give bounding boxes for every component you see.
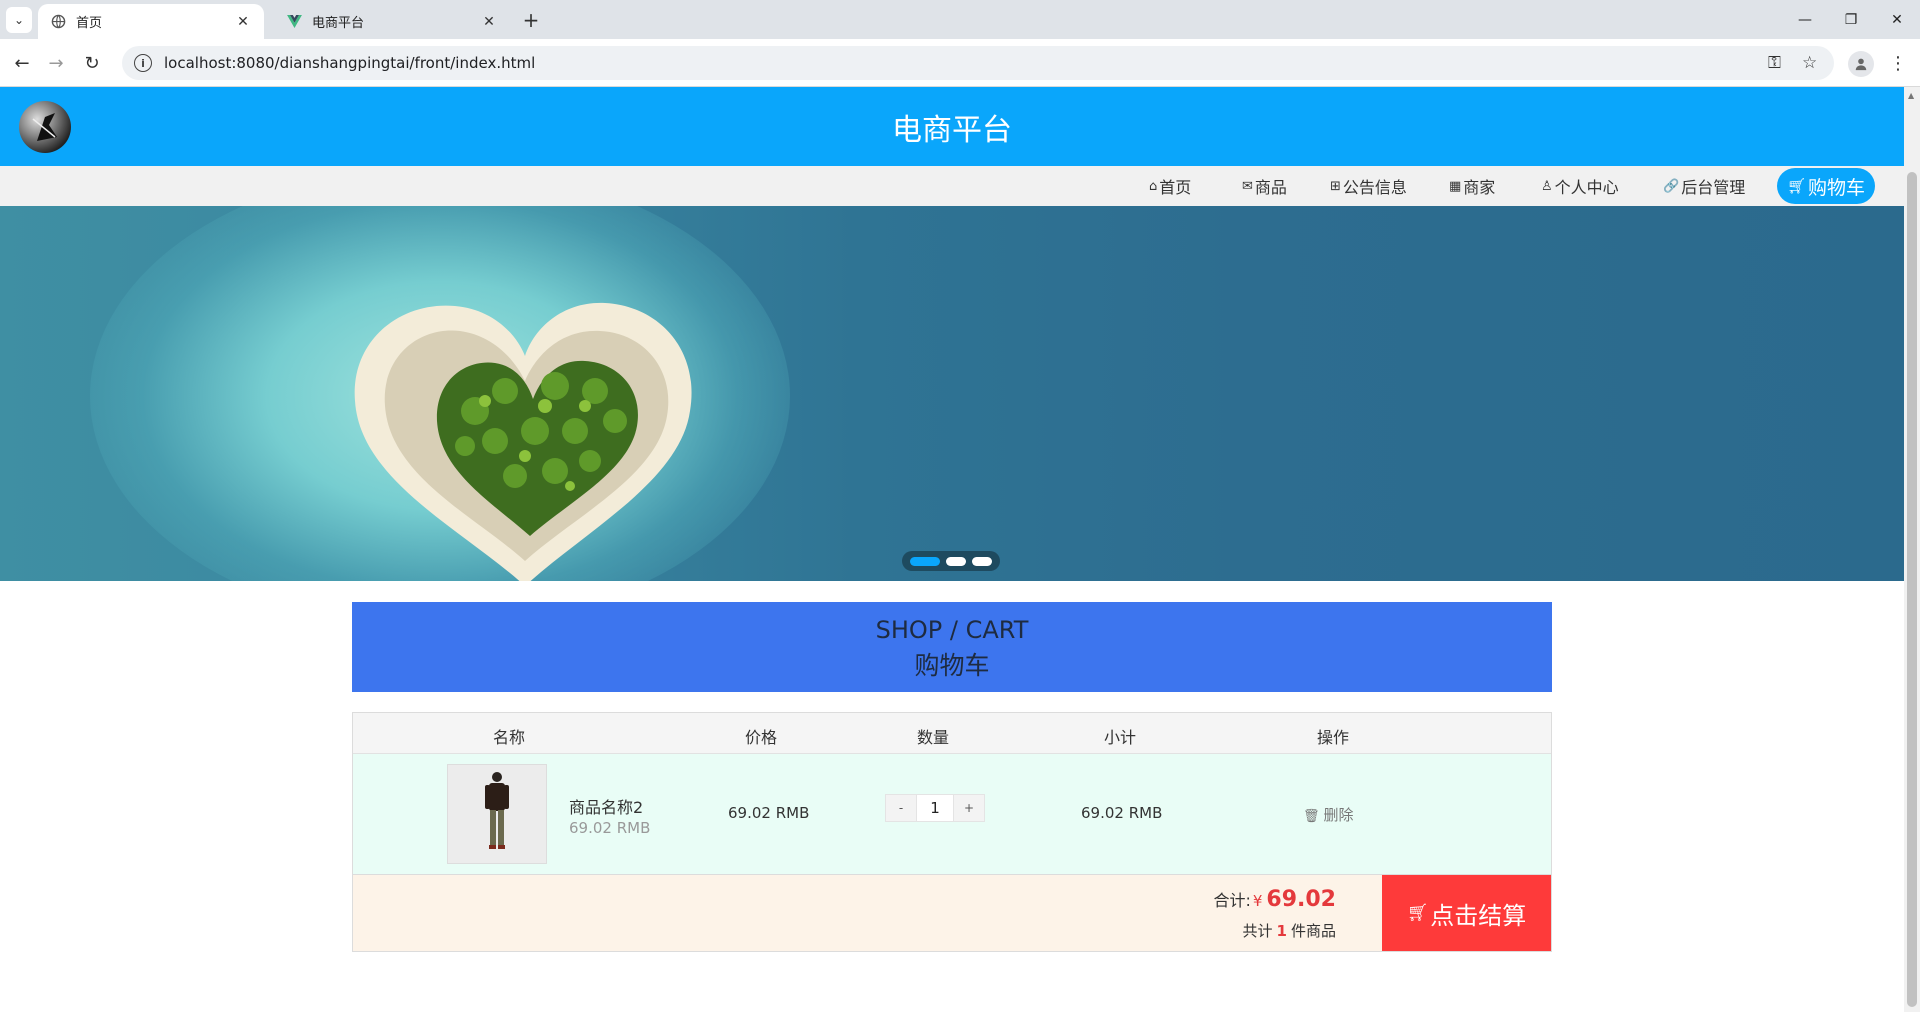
- nav-item-goods[interactable]: ✉ 商品: [1242, 166, 1287, 206]
- total-label: 合计:: [1213, 891, 1251, 910]
- hero-carousel[interactable]: [0, 206, 1904, 581]
- nav-item-label: 后台管理: [1681, 178, 1746, 197]
- item-subtotal: 69.02 RMB: [1081, 804, 1163, 822]
- reload-icon[interactable]: ↻: [78, 49, 106, 77]
- site-header: 电商平台: [0, 87, 1904, 166]
- user-icon: ♙: [1541, 178, 1553, 194]
- carousel-dot[interactable]: [910, 556, 940, 566]
- main-nav: ⌂ 首页 ✉ 商品 ⊞ 公告信息 ▦ 商家 ♙ 个人中心 🔗 后台管理 🛒︎ 购物车: [0, 166, 1904, 206]
- site-logo[interactable]: [19, 101, 71, 153]
- checkout-button[interactable]: 🛒︎ 点击结算: [1382, 875, 1551, 951]
- nav-item-label: 购物车: [1808, 176, 1866, 199]
- heart-island-image: [354, 302, 692, 581]
- product-name[interactable]: 商品名称2: [569, 794, 643, 818]
- cart-icon: 🛒︎: [1787, 177, 1807, 195]
- table-row: 商品名称2 69.02 RMB 69.02 RMB - 1 + 69.02 RM…: [353, 754, 1551, 875]
- nav-item-label: 个人中心: [1554, 178, 1619, 197]
- column-header-subtotal: 小计: [1104, 728, 1137, 747]
- bookmark-star-icon[interactable]: ☆: [1802, 46, 1817, 80]
- quantity-stepper: - 1 +: [885, 794, 985, 822]
- nav-item-profile[interactable]: ♙ 个人中心: [1541, 166, 1619, 206]
- section-title-en: SHOP / CART: [875, 616, 1029, 644]
- delete-label: 删除: [1323, 806, 1354, 824]
- qty-increase-button[interactable]: +: [954, 795, 984, 821]
- site-info-icon[interactable]: i: [134, 54, 152, 72]
- nav-item-label: 公告信息: [1342, 178, 1407, 197]
- scroll-up-arrow-icon[interactable]: ▲: [1908, 91, 1914, 100]
- browser-menu-icon[interactable]: ⋮: [1888, 49, 1908, 77]
- carousel-dot[interactable]: [946, 556, 966, 566]
- page-scrollbar[interactable]: ▲: [1904, 87, 1920, 1012]
- currency-symbol: ¥: [1252, 892, 1263, 910]
- nav-item-merchant[interactable]: ▦ 商家: [1449, 166, 1495, 206]
- link-icon: 🔗: [1663, 178, 1680, 194]
- count-suffix: 件商品: [1290, 922, 1336, 940]
- browser-tab-shop[interactable]: 电商平台 ✕: [274, 4, 510, 39]
- url-text: localhost:8080/dianshangpingtai/front/in…: [164, 54, 536, 72]
- qty-decrease-button[interactable]: -: [886, 795, 916, 821]
- section-title-cn: 购物车: [914, 651, 990, 680]
- tab-search-button[interactable]: ⌄: [6, 7, 32, 33]
- profile-avatar-icon[interactable]: [1848, 51, 1874, 77]
- close-tab-icon[interactable]: ✕: [480, 13, 498, 31]
- web-page: 电商平台 ⌂ 首页 ✉ 商品 ⊞ 公告信息 ▦ 商家 ♙ 个人中心 🔗 后台管理 🛒︎ 购物车: [0, 87, 1904, 1012]
- cart-item-count: 共计 1 件商品: [1243, 920, 1336, 941]
- nav-item-home[interactable]: ⌂ 首页: [1149, 166, 1191, 206]
- browser-tab-home[interactable]: 首页 ✕: [38, 4, 264, 39]
- nav-item-label: 首页: [1159, 178, 1192, 197]
- cart-icon: 🛒︎: [1406, 903, 1429, 923]
- cart-summary: 合计: ¥ 69.02 共计 1 件商品 🛒︎ 点击结算: [353, 875, 1551, 951]
- tab-title: 电商平台: [312, 16, 365, 31]
- forward-arrow-icon[interactable]: →: [42, 49, 70, 77]
- new-tab-button[interactable]: +: [520, 8, 542, 32]
- product-image[interactable]: [447, 764, 547, 864]
- tab-title: 首页: [76, 16, 103, 31]
- nav-item-notice[interactable]: ⊞ 公告信息: [1330, 166, 1407, 206]
- nav-item-admin[interactable]: 🔗 后台管理: [1663, 166, 1745, 206]
- total-amount: 69.02: [1266, 887, 1336, 912]
- back-arrow-icon[interactable]: ←: [8, 49, 36, 77]
- cart-section-title: SHOP / CART 购物车: [352, 602, 1552, 692]
- browser-tab-strip: ⌄ 首页 ✕ 电商平台 ✕ + — ❐ ✕: [0, 0, 1920, 39]
- carousel-indicators: [902, 551, 1000, 571]
- count-prefix: 共计: [1242, 922, 1273, 940]
- address-bar[interactable]: i localhost:8080/dianshangpingtai/front/…: [122, 46, 1834, 80]
- minimize-window-icon[interactable]: —: [1782, 0, 1828, 39]
- trash-icon: 🗑︎: [1303, 809, 1320, 824]
- column-header-name: 名称: [493, 728, 526, 747]
- item-price: 69.02 RMB: [728, 804, 810, 822]
- cart-total: 合计: ¥ 69.02: [1213, 887, 1336, 912]
- nav-item-label: 商家: [1463, 178, 1496, 197]
- cart-table: 名称 价格 数量 小计 操作 商品名称2 69.02 RMB 69.02 RMB…: [352, 712, 1552, 952]
- checkout-label: 点击结算: [1430, 901, 1527, 930]
- site-title: 电商平台: [892, 112, 1012, 148]
- delete-item-button[interactable]: 🗑︎ 删除: [1303, 804, 1354, 825]
- gift-icon: ⊞: [1330, 178, 1341, 194]
- qty-input[interactable]: 1: [916, 795, 954, 821]
- vue-logo-icon: [286, 14, 302, 30]
- column-header-qty: 数量: [917, 728, 950, 747]
- nav-item-cart[interactable]: 🛒︎ 购物车: [1777, 168, 1876, 204]
- cart-table-header: 名称 价格 数量 小计 操作: [353, 713, 1551, 754]
- globe-icon: [50, 14, 66, 30]
- nav-item-label: 商品: [1254, 178, 1287, 197]
- column-header-price: 价格: [745, 728, 778, 747]
- calendar-icon: ▦: [1449, 178, 1462, 194]
- product-unit-price: 69.02 RMB: [569, 819, 651, 837]
- close-window-icon[interactable]: ✕: [1874, 0, 1920, 39]
- scrollbar-thumb[interactable]: [1907, 172, 1917, 1007]
- close-tab-icon[interactable]: ✕: [234, 13, 252, 31]
- mail-icon: ✉: [1242, 178, 1253, 194]
- browser-toolbar: ← → ↻ i localhost:8080/dianshangpingtai/…: [0, 39, 1920, 87]
- column-header-ops: 操作: [1317, 728, 1350, 747]
- carousel-dot[interactable]: [972, 556, 992, 566]
- home-icon: ⌂: [1149, 178, 1158, 194]
- count-number: 1: [1276, 922, 1287, 940]
- restore-window-icon[interactable]: ❐: [1828, 0, 1874, 39]
- password-key-icon[interactable]: ⚿: [1768, 46, 1781, 80]
